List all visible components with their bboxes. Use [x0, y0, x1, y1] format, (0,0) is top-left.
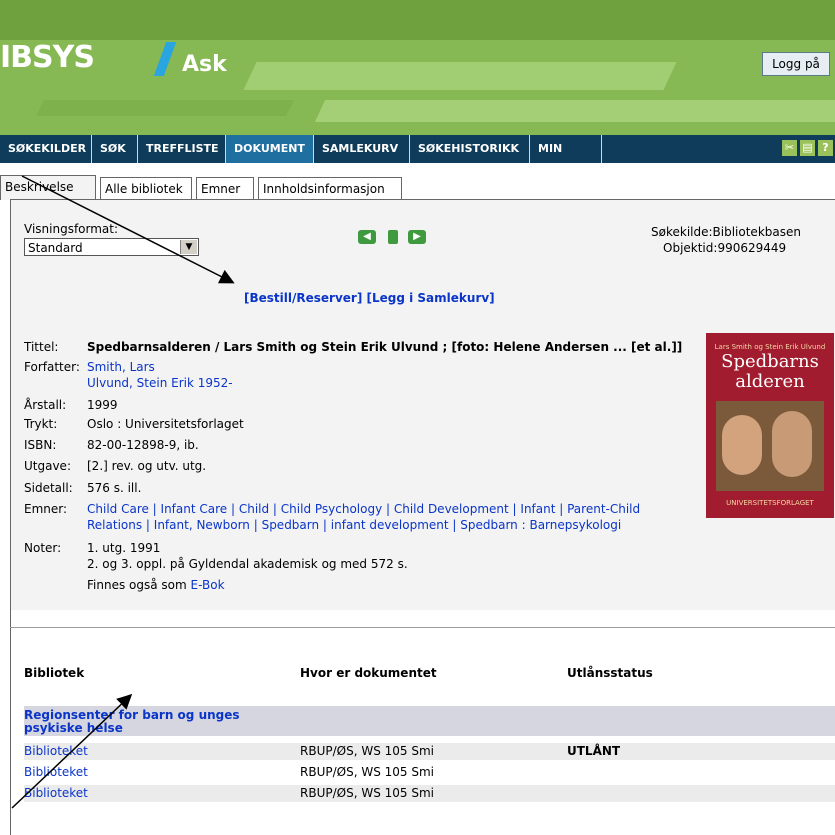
banner-stripe	[36, 100, 294, 116]
cover-photo	[716, 401, 824, 491]
login-button[interactable]: Logg på	[762, 52, 830, 76]
next-icon[interactable]: ▶	[408, 230, 426, 244]
previous-icon[interactable]: ◀	[358, 230, 376, 244]
column-header: Utlånsstatus	[567, 666, 653, 680]
divider	[10, 627, 835, 628]
author-link[interactable]: Ulvund, Stein Erik 1952-	[87, 376, 233, 390]
nav-item-sok[interactable]: SØK	[92, 135, 138, 163]
also-available: Finnes også som E-Bok	[87, 578, 225, 592]
tools-icon[interactable]: ✂	[782, 140, 797, 156]
add-basket-link[interactable]: [Legg i Samlekurv]	[367, 291, 495, 305]
record-title: Spedbarnsalderen / Lars Smith og Stein E…	[87, 340, 683, 354]
status-cell: UTLÅNT	[567, 744, 621, 758]
subjects-links[interactable]: Relations | Infant, Newborn | Spedbarn |…	[87, 518, 621, 532]
pages-value: 576 s. ill.	[87, 481, 142, 495]
objectid-info: Objektid:990629449	[663, 241, 786, 255]
nav-item-min-side[interactable]: MIN SIDE	[530, 135, 602, 183]
format-select-value: Standard	[28, 241, 83, 255]
author-label: Forfatter:	[24, 360, 80, 374]
source-info: Søkekilde:Bibliotekbasen	[651, 225, 801, 239]
document-icon[interactable]	[388, 230, 398, 244]
banner-stripe	[243, 62, 677, 90]
pages-label: Sidetall:	[24, 481, 73, 495]
column-header: Hvor er dokumentet	[300, 666, 437, 680]
year-label: Årstall:	[24, 398, 67, 412]
table-row: Biblioteket RBUP/ØS, WS 105 Smi	[24, 785, 835, 802]
library-link[interactable]: Biblioteket	[24, 765, 88, 779]
ebook-link[interactable]: E-Bok	[191, 578, 225, 592]
notes-value: 2. og 3. oppl. på Gyldendal akademisk og…	[87, 557, 408, 571]
author-link[interactable]: Smith, Lars	[87, 360, 155, 374]
subjects-links[interactable]: Child Care | Infant Care | Child | Child…	[87, 502, 640, 516]
printed-label: Trykt:	[24, 417, 58, 431]
printed-value: Oslo : Universitetsforlaget	[87, 417, 244, 431]
nav-item-sokehistorikk[interactable]: SØKEHISTORIKK	[410, 135, 530, 163]
library-group-link[interactable]: Regionsenter for barn og unges psykiske …	[24, 709, 294, 735]
app-name: Ask	[182, 52, 227, 77]
title-label: Tittel:	[24, 340, 59, 354]
notes-label: Noter:	[24, 541, 62, 555]
cover-photo-figure	[772, 411, 812, 477]
main-nav: SØKEKILDER SØK TREFFLISTE DOKUMENT SAMLE…	[0, 135, 835, 183]
tab-beskrivelse[interactable]: Beskrivelse	[0, 175, 96, 200]
action-links: [Bestill/Reserver] [Legg i Samlekurv]	[244, 291, 495, 305]
source-value: Bibliotekbasen	[712, 225, 801, 239]
location-cell: RBUP/ØS, WS 105 Smi	[300, 765, 434, 779]
isbn-value: 82-00-12898-9, ib.	[87, 438, 199, 452]
cover-title: alderen	[735, 371, 805, 392]
brand-slash	[153, 42, 177, 76]
banner-band	[0, 0, 835, 40]
also-label: Finnes også som	[87, 578, 187, 592]
source-label: Søkekilde:	[651, 225, 713, 239]
brand-logo: IBSYS	[0, 40, 95, 75]
subjects-label: Emner:	[24, 502, 68, 516]
format-label: Visningsformat:	[24, 222, 119, 236]
tab-emner[interactable]: Emner	[196, 177, 254, 199]
location-cell: RBUP/ØS, WS 105 Smi	[300, 744, 434, 758]
cover-photo-figure	[722, 415, 762, 475]
help-icon[interactable]: ?	[818, 140, 833, 156]
nav-item-samlekurv[interactable]: SAMLEKURV	[314, 135, 410, 163]
year-value: 1999	[87, 398, 118, 412]
edition-label: Utgave:	[24, 459, 71, 473]
format-select[interactable]: Standard ▼	[24, 238, 199, 256]
library-group-row: Regionsenter for barn og unges psykiske …	[24, 706, 835, 736]
cover-title: Spedbarns	[721, 351, 819, 372]
nav-item-dokument[interactable]: DOKUMENT	[226, 135, 314, 163]
column-header: Bibliotek	[24, 666, 85, 680]
chevron-down-icon[interactable]: ▼	[180, 240, 197, 254]
cover-publisher: UNIVERSITETSFORLAGET	[726, 499, 814, 507]
print-icon[interactable]: ▤	[800, 140, 815, 156]
objectid-label: Objektid:	[663, 241, 718, 255]
header-banner: IBSYS Ask Logg på	[0, 0, 835, 135]
location-cell: RBUP/ØS, WS 105 Smi	[300, 786, 434, 800]
tab-alle-bibliotek[interactable]: Alle bibliotek	[100, 177, 192, 199]
nav-item-treffliste[interactable]: TREFFLISTE	[138, 135, 226, 163]
edition-value: [2.] rev. og utv. utg.	[87, 459, 207, 473]
banner-stripe	[314, 100, 835, 122]
tab-innholdsinformasjon[interactable]: Innholdsinformasjon	[258, 177, 402, 199]
table-row: Biblioteket RBUP/ØS, WS 105 Smi	[24, 764, 835, 781]
notes-value: 1. utg. 1991	[87, 541, 161, 555]
nav-item-sokekilder[interactable]: SØKEKILDER	[0, 135, 92, 163]
isbn-label: ISBN:	[24, 438, 57, 452]
reserve-link[interactable]: [Bestill/Reserver]	[244, 291, 362, 305]
cover-authors: Lars Smith og Stein Erik Ulvund	[714, 343, 826, 351]
book-cover[interactable]: Lars Smith og Stein Erik Ulvund Spedbarn…	[706, 333, 834, 518]
nav-tools: ✂ ▤?	[779, 140, 833, 156]
objectid-value: 990629449	[717, 241, 787, 255]
library-link[interactable]: Biblioteket	[24, 744, 88, 758]
table-row: Biblioteket RBUP/ØS, WS 105 Smi UTLÅNT	[24, 743, 835, 760]
library-link[interactable]: Biblioteket	[24, 786, 88, 800]
